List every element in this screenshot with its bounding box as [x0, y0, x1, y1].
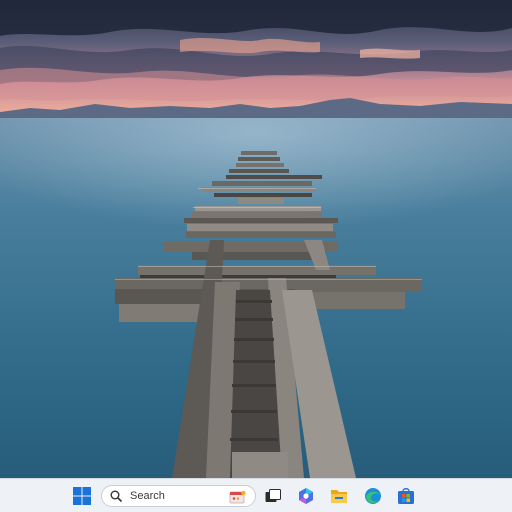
search-label: Search [130, 490, 165, 502]
desktop-wallpaper [0, 0, 512, 478]
microsoft-store-icon[interactable] [395, 485, 417, 507]
search-highlight-icon [229, 489, 247, 504]
edge-browser-icon[interactable] [362, 485, 384, 507]
task-view-icon[interactable] [262, 485, 284, 507]
windows-start-icon[interactable] [71, 485, 93, 507]
search-box[interactable]: Search [101, 485, 256, 507]
search-icon [110, 490, 122, 502]
file-explorer-icon[interactable] [328, 485, 350, 507]
taskbar: Search [0, 478, 512, 512]
copilot-icon[interactable] [295, 485, 317, 507]
